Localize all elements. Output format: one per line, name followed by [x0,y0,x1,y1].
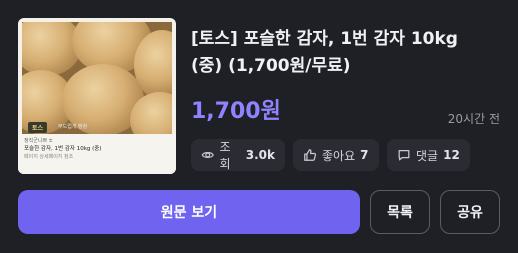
likes-label: 좋아요 [322,148,356,163]
view-original-button[interactable]: 원문 보기 [18,190,360,234]
thumbnail-badge: 토스 [28,122,48,133]
posted-time: 20시간 전 [447,112,500,126]
price-label: 1,700원 [191,99,281,124]
product-thumbnail[interactable]: 토스 부드럽게 팽창 정직군니쁘 ± 포슬한 감자, 1번 감자 10kg (중… [18,18,176,174]
comments-label: 댓글 [416,148,439,163]
likes-count: 7 [360,148,369,162]
share-button[interactable]: 공유 [440,190,500,234]
views-label: 조회 [219,140,231,171]
caption-line-1: 정직군니쁘 ± [24,138,53,144]
comment-icon [398,150,410,161]
likes-button[interactable]: 좋아요 7 [293,139,379,171]
thumbnail-caption: 정직군니쁘 ± 포슬한 감자, 1번 감자 10kg (중) 페이지 상세페이지… [18,134,176,174]
comments-count: 12 [443,148,460,162]
post-title[interactable]: [토스] 포슬한 감자, 1번 감자 10kg (중) (1,700원/무료) [191,26,491,80]
views-count: 3.0k [245,148,275,162]
potato-photo: 토스 부드럽게 팽창 [22,22,172,134]
thumbnail-badge-sub: 부드럽게 팽창 [58,124,88,130]
list-button[interactable]: 목록 [370,190,430,234]
views-stat: 조회 3.0k [191,139,285,171]
deal-card: 토스 부드럽게 팽창 정직군니쁘 ± 포슬한 감자, 1번 감자 10kg (중… [0,0,518,253]
caption-line-2: 포슬한 감자, 1번 감자 10kg (중) [24,146,102,152]
thumbs-up-icon [304,149,317,161]
comments-button[interactable]: 댓글 12 [387,139,470,171]
eye-icon [201,152,214,158]
caption-line-3: 페이지 상세페이지 참조 [24,154,74,160]
